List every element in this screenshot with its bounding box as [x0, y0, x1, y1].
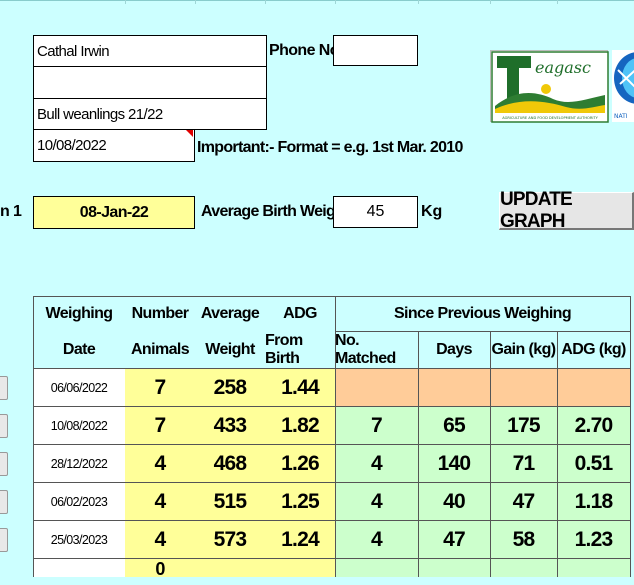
- row-weight[interactable]: 573: [195, 521, 265, 558]
- row-matched[interactable]: 7: [335, 407, 418, 444]
- row-adg[interactable]: 1.25: [265, 483, 335, 520]
- teagasc-brand-text: eagasc: [535, 58, 591, 77]
- row-matched[interactable]: 4: [335, 521, 418, 558]
- table-grid-line: [335, 331, 631, 332]
- row-weight[interactable]: 515: [195, 483, 265, 520]
- comment-indicator-icon[interactable]: [186, 130, 193, 137]
- weight-unit-label: Kg: [421, 203, 443, 220]
- row-weight[interactable]: 433: [195, 407, 265, 444]
- row-gain[interactable]: 58: [490, 521, 557, 558]
- row-date[interactable]: 28/12/2022: [33, 445, 125, 482]
- header-days: Days: [436, 340, 472, 358]
- header-animals: Animals: [130, 340, 190, 358]
- header-adg: ADG: [283, 304, 317, 322]
- sheet-gridline: [335, 0, 336, 4]
- row-action-button[interactable]: [0, 376, 8, 400]
- row-matched[interactable]: [335, 369, 418, 406]
- header-no-matched: No. Matched: [335, 331, 396, 367]
- phone-input[interactable]: [333, 35, 418, 66]
- phone-label: Phone No.: [269, 42, 343, 59]
- update-graph-button[interactable]: UPDATE GRAPH: [499, 189, 634, 232]
- row-matched[interactable]: 4: [335, 483, 418, 520]
- row-action-button[interactable]: [0, 452, 8, 476]
- row-adg-prev[interactable]: 0.51: [557, 445, 630, 482]
- farmer-address-field[interactable]: [33, 66, 267, 99]
- row-gain[interactable]: 175: [490, 407, 557, 444]
- row-weight[interactable]: 258: [195, 369, 265, 406]
- row-days[interactable]: 140: [418, 445, 490, 482]
- header-weighing: Weighing: [45, 304, 114, 322]
- sheet-gridline: [490, 0, 491, 4]
- row-action-button[interactable]: [0, 490, 8, 514]
- sheet-gridline: [195, 0, 196, 4]
- teagasc-logo-icon: eagasc AGRICULTURE AND FOOD DEVELOPMENT …: [491, 51, 609, 123]
- header-since-previous: Since Previous Weighing: [393, 304, 572, 322]
- avg-birth-weight-input[interactable]: 45: [333, 196, 418, 228]
- important-note: Important:- Format = e.g. 1st Mar. 2010: [197, 139, 463, 156]
- row-date[interactable]: 06/06/2022: [33, 369, 125, 406]
- row-animals[interactable]: 4: [125, 445, 195, 482]
- row-adg-prev[interactable]: [557, 369, 630, 406]
- sheet-gridline: [125, 0, 126, 4]
- row-adg-prev[interactable]: 1.23: [557, 521, 630, 558]
- birth-date-cell[interactable]: 08-Jan-22: [33, 196, 195, 229]
- date-field[interactable]: 10/08/2022: [33, 129, 195, 162]
- sheet-gridline: [0, 0, 634, 1]
- sheet-gridline: [557, 0, 558, 4]
- row-date[interactable]: 06/02/2023: [33, 483, 125, 520]
- row-adg-prev[interactable]: 2.70: [557, 407, 630, 444]
- row-days[interactable]: [418, 369, 490, 406]
- sheet-gridline: [418, 0, 419, 4]
- row-animals[interactable]: 7: [125, 407, 195, 444]
- row-adg[interactable]: 1.24: [265, 521, 335, 558]
- row-gain[interactable]: 71: [490, 445, 557, 482]
- partner-logo: NATI: [612, 50, 634, 122]
- row-animals[interactable]: 4: [125, 521, 195, 558]
- row-days[interactable]: 47: [418, 521, 490, 558]
- row-matched[interactable]: 4: [335, 445, 418, 482]
- row-days[interactable]: 40: [418, 483, 490, 520]
- sheet-gridline: [265, 0, 266, 4]
- teagasc-tagline: AGRICULTURE AND FOOD DEVELOPMENT AUTHORI…: [502, 116, 598, 120]
- row-gain[interactable]: [490, 369, 557, 406]
- header-number: Number: [131, 304, 189, 322]
- farmer-name-text: Cathal Irwin: [37, 42, 110, 60]
- table-grid-line: [630, 296, 631, 577]
- row-weight[interactable]: 468: [195, 445, 265, 482]
- teagasc-logo: eagasc AGRICULTURE AND FOOD DEVELOPMENT …: [490, 50, 609, 123]
- row-date[interactable]: 25/03/2023: [33, 521, 125, 558]
- header-adg-kg: ADG (kg): [561, 340, 626, 358]
- table-grid-line: [33, 296, 631, 297]
- date-text: 10/08/2022: [37, 137, 107, 154]
- group-name-text: Bull weanlings 21/22: [37, 105, 163, 123]
- header-weight: Weight: [205, 340, 255, 358]
- row-days[interactable]: 65: [418, 407, 490, 444]
- row-animals[interactable]: 7: [125, 369, 195, 406]
- row-animals[interactable]: 4: [125, 483, 195, 520]
- birth-left-label: n 1: [0, 203, 22, 220]
- row-action-button[interactable]: [0, 528, 8, 552]
- header-average: Average: [200, 304, 260, 322]
- row-date[interactable]: 10/08/2022: [33, 407, 125, 444]
- header-from-birth: From Birth: [265, 331, 303, 367]
- row-gain[interactable]: 47: [490, 483, 557, 520]
- avg-birth-weight-label: Average Birth Weight: [201, 203, 350, 220]
- row-adg[interactable]: 1.26: [265, 445, 335, 482]
- farmer-name-field[interactable]: Cathal Irwin: [33, 35, 267, 67]
- partner-logo-icon: NATI: [614, 52, 634, 120]
- header-date: Date: [62, 340, 96, 358]
- row-date[interactable]: [33, 559, 125, 577]
- row-adg-prev[interactable]: 1.18: [557, 483, 630, 520]
- row-animals[interactable]: 0: [125, 559, 195, 585]
- group-name-field[interactable]: Bull weanlings 21/22: [33, 98, 267, 130]
- row-adg[interactable]: 1.44: [265, 369, 335, 406]
- header-gain: Gain (kg): [491, 340, 557, 358]
- row-adg[interactable]: 1.82: [265, 407, 335, 444]
- row-action-button[interactable]: [0, 414, 8, 438]
- partner-logo-text: NATI: [614, 113, 628, 120]
